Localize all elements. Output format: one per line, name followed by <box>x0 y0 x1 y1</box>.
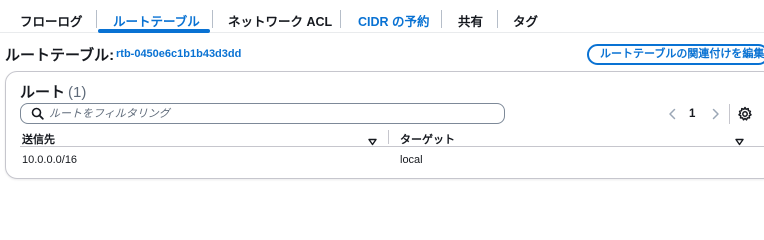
gear-icon[interactable] <box>737 106 753 127</box>
tab-divider <box>340 10 341 28</box>
page-number[interactable]: 1 <box>689 108 695 120</box>
search-icon <box>31 107 44 125</box>
sort-down-icon[interactable] <box>735 133 744 151</box>
tab-bar: フローログ ルートテーブル ネットワーク ACL CIDR の予約 共有 タグ <box>0 0 764 33</box>
search-input[interactable] <box>49 106 499 121</box>
tab-divider <box>212 10 213 28</box>
column-header-destination[interactable]: 送信先 <box>22 131 55 147</box>
tab-flow-logs[interactable]: フローログ <box>20 11 83 30</box>
chevron-right-icon[interactable] <box>711 107 720 125</box>
route-destination-cell: 10.0.0.0/16 <box>22 154 78 166</box>
tab-tags[interactable]: タグ <box>513 11 538 30</box>
tab-cidr-reservations[interactable]: CIDR の予約 <box>358 11 430 30</box>
routes-count: (1) <box>68 84 87 101</box>
routes-panel <box>5 71 764 179</box>
route-table-id-link[interactable]: rtb-0450e6c1b1b43d3dd <box>116 48 241 60</box>
tab-divider <box>441 10 442 28</box>
tab-route-table[interactable]: ルートテーブル <box>113 11 200 30</box>
pagination-divider <box>729 104 730 124</box>
page-title: ルートテーブル: <box>5 47 115 64</box>
sort-down-icon[interactable] <box>368 133 377 151</box>
chevron-left-icon[interactable] <box>668 107 677 125</box>
route-target-cell: local <box>400 154 423 166</box>
column-header-target[interactable]: ターゲット <box>400 131 455 147</box>
routes-heading: ルート (1) <box>20 81 86 102</box>
edit-route-table-association-button[interactable]: ルートテーブルの関連付けを編集 <box>587 44 764 65</box>
table-header-divider <box>20 146 764 147</box>
tab-divider <box>497 10 498 28</box>
tab-network-acl[interactable]: ネットワーク ACL <box>228 11 332 30</box>
routes-title: ルート <box>20 84 66 101</box>
tab-sharing[interactable]: 共有 <box>458 11 483 30</box>
column-resizer[interactable] <box>388 130 389 144</box>
tab-divider <box>96 10 97 28</box>
active-tab-indicator <box>98 29 210 33</box>
route-filter-box[interactable] <box>20 103 505 124</box>
